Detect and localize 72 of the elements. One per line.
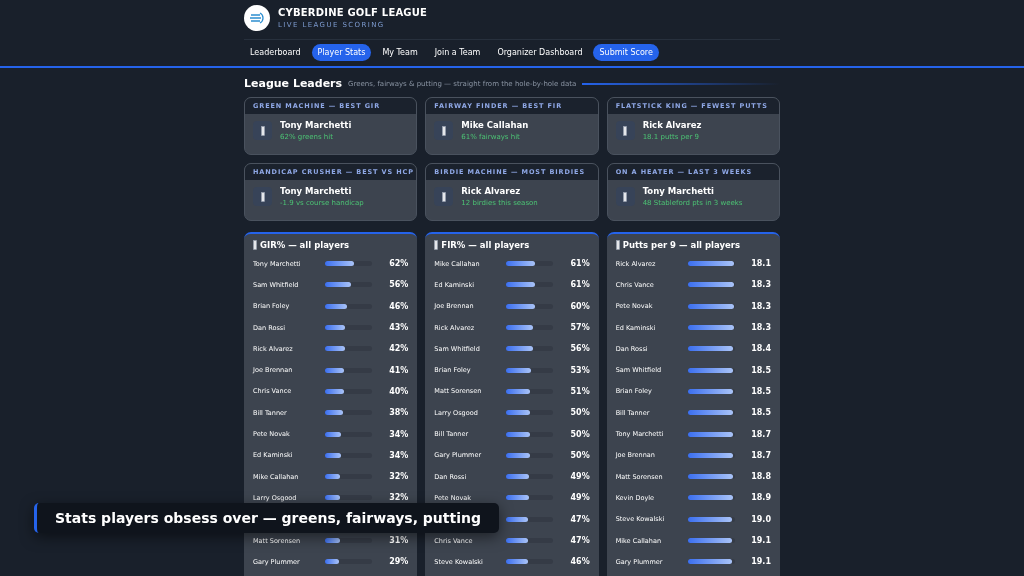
stat-value: 47% <box>569 536 590 545</box>
stat-value: 61% <box>569 259 590 269</box>
stat-value: 18.3 <box>750 301 771 311</box>
stat-value: 18.5 <box>750 408 771 418</box>
player-name: Mike Callahan <box>461 120 529 130</box>
stat-value: 18.9 <box>750 493 771 503</box>
stat-value: 50% <box>569 429 590 439</box>
stat-value: 19.0 <box>750 514 771 524</box>
stat-value: 42% <box>388 344 409 354</box>
stat-value: 53% <box>569 365 590 375</box>
bar-icon <box>615 240 620 250</box>
stat-value: 50% <box>569 408 590 418</box>
stat-value: 29% <box>388 557 409 567</box>
stat-value: 19.1 <box>750 536 771 545</box>
bar-icon <box>253 240 257 250</box>
stat-value: 49% <box>569 472 590 482</box>
stat-value: 18.3 <box>750 323 771 333</box>
nav-tab[interactable]: My Team <box>376 44 424 61</box>
bar-icon <box>623 125 628 136</box>
stat-value: 18.1 <box>750 259 771 269</box>
stat-value: 18.5 <box>750 365 771 375</box>
stat-value: 18.8 <box>750 472 771 482</box>
stat-value: 18.4 <box>750 344 771 354</box>
bar-icon <box>434 240 439 250</box>
bar-icon <box>260 191 265 202</box>
logo-icon <box>244 5 270 31</box>
stat-value: 31% <box>388 536 409 545</box>
stat-value: 34% <box>388 450 409 460</box>
player-name: Rick Alvarez <box>461 186 522 196</box>
stat-value: 61% <box>569 280 590 290</box>
nav-tab[interactable]: Leaderboard <box>244 44 307 61</box>
player-name: Tony Marchetti <box>642 186 715 196</box>
stat-value: 50% <box>569 450 590 460</box>
stat-value: 34% <box>388 429 409 439</box>
stat-value: 57% <box>569 323 590 333</box>
bar-icon <box>441 125 446 136</box>
stat-value: 18.7 <box>750 429 771 439</box>
stat-value: 56% <box>569 344 590 354</box>
stat-value: 46% <box>388 301 409 311</box>
panel-title: GIR% — all players <box>260 240 350 250</box>
stat-value: 32% <box>388 493 409 503</box>
bar-icon <box>441 191 446 202</box>
stat-value: 19.1 <box>750 557 771 567</box>
caption: Stats players obsess over — greens, fairways, putting <box>34 503 499 533</box>
stat-value: 51% <box>569 386 590 396</box>
stat-value: 60% <box>569 301 590 311</box>
stat-value: 40% <box>388 386 409 396</box>
stat-value: 41% <box>388 365 409 375</box>
stat-value: 18.5 <box>750 386 771 396</box>
stat-value: 49% <box>569 493 590 503</box>
panel-title: Putts per 9 — all players <box>622 240 740 250</box>
bar-icon <box>260 125 265 136</box>
stat-value: 32% <box>388 472 409 482</box>
bar-icon <box>623 191 628 202</box>
player-name: Rick Alvarez <box>642 120 702 130</box>
nav-tab[interactable]: Player Stats <box>311 44 372 61</box>
player-name: Tony Marchetti <box>280 186 353 196</box>
app-title: CYBERDINE GOLF LEAGUE <box>278 7 428 18</box>
stat-value: 46% <box>569 557 590 567</box>
stat-value: 56% <box>388 280 409 290</box>
section-title: League Leaders <box>244 77 343 90</box>
stat-value: 47% <box>569 514 590 524</box>
stat-value: 18.3 <box>750 280 771 290</box>
player-name: Tony Marchetti <box>280 120 352 130</box>
stat-value: 38% <box>388 408 409 418</box>
stat-value: 43% <box>388 323 409 333</box>
submit-button[interactable]: Submit Score <box>593 44 659 61</box>
nav-tab[interactable]: Organizer Dashboard <box>491 44 589 61</box>
stat-value: 18.7 <box>750 450 771 460</box>
stat-value: 62% <box>388 259 409 269</box>
nav-tab[interactable]: Join a Team <box>428 44 487 61</box>
panel-title: FIR% — all players <box>441 240 530 250</box>
